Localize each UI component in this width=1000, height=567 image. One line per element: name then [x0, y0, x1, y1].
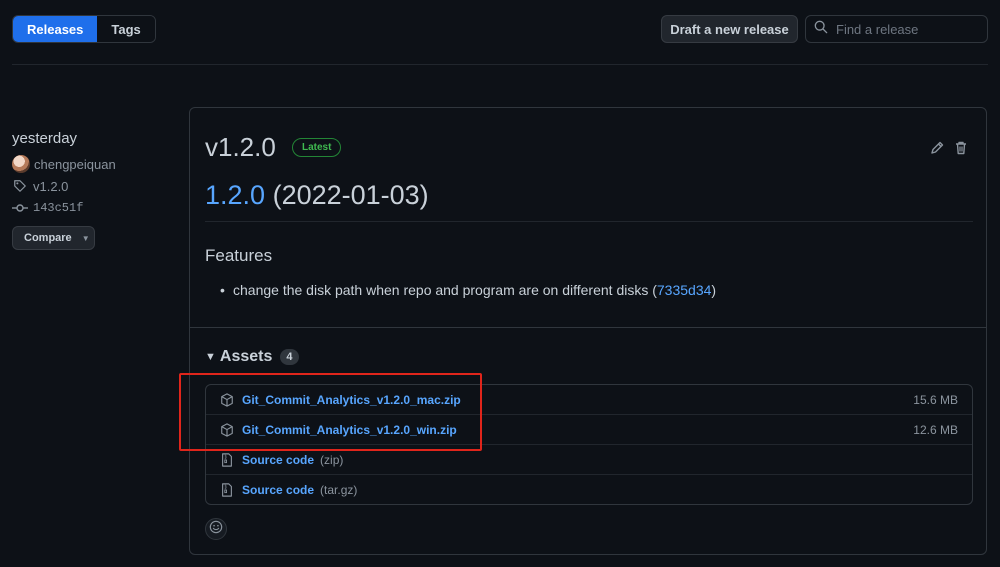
asset-size: 15.6 MB: [913, 392, 958, 407]
search-icon: [814, 20, 828, 39]
asset-ext: (tar.gz): [320, 483, 358, 497]
features-heading: Features: [205, 246, 273, 265]
package-icon: [220, 422, 236, 438]
smiley-icon: [209, 520, 223, 539]
file-zip-icon: [220, 482, 236, 498]
avatar: [12, 155, 30, 173]
commit-sha[interactable]: 143c51f: [33, 201, 83, 215]
package-icon: [220, 392, 236, 408]
bullet: •: [220, 282, 225, 298]
asset-row-mac[interactable]: Git_Commit_Analytics_v1.2.0_mac.zip 15.6…: [206, 385, 972, 415]
commit-row[interactable]: 143c51f: [12, 200, 172, 216]
assets-heading: Assets: [219, 348, 273, 365]
draft-release-button[interactable]: Draft a new release: [661, 15, 798, 43]
asset-ext: (zip): [320, 452, 344, 467]
caret-down-icon: ▼: [81, 233, 90, 243]
assets-list: Git_Commit_Analytics_v1.2.0_mac.zip 15.6…: [205, 384, 973, 505]
asset-link[interactable]: Git_Commit_Analytics_v1.2.0_mac.zip: [242, 393, 461, 407]
release-meta: yesterday chengpeiquan v1.2.0 143c51f Co…: [12, 130, 172, 250]
pencil-icon[interactable]: [929, 140, 945, 156]
release-card: v1.2.0 Latest 1.2.0 (2022-01-03) Feature…: [189, 107, 987, 555]
heading-divider: [205, 221, 973, 222]
header-divider: [12, 64, 988, 65]
tab-tags[interactable]: Tags: [97, 16, 155, 42]
author-link[interactable]: chengpeiquan: [34, 157, 116, 172]
version-heading: 1.2.0 (2022-01-03): [205, 180, 429, 211]
tag-icon: [12, 178, 28, 194]
search-input[interactable]: [836, 21, 976, 37]
asset-row-source-zip[interactable]: Source code (zip): [206, 445, 972, 475]
author-row[interactable]: chengpeiquan: [12, 155, 172, 173]
release-tag-switcher: Releases Tags: [12, 15, 156, 43]
tab-releases[interactable]: Releases: [13, 16, 98, 42]
asset-row-win[interactable]: Git_Commit_Analytics_v1.2.0_win.zip 12.6…: [206, 415, 972, 445]
section-divider: [190, 327, 986, 328]
file-zip-icon: [220, 452, 236, 468]
list-item: • change the disk path when repo and prog…: [220, 282, 716, 298]
tag-row[interactable]: v1.2.0: [12, 178, 172, 194]
top-bar: Releases Tags Draft a new release: [12, 15, 988, 43]
asset-size: 12.6 MB: [913, 422, 958, 437]
latest-badge: Latest: [292, 138, 342, 157]
triangle-down-icon: ▼: [205, 351, 216, 363]
trash-icon[interactable]: [953, 140, 969, 156]
feature-suffix: ): [711, 282, 717, 298]
assets-count: 4: [280, 349, 299, 365]
version-link[interactable]: 1.2.0: [205, 180, 265, 210]
compare-button[interactable]: Compare ▼: [12, 226, 95, 250]
commit-link[interactable]: 7335d34: [657, 282, 712, 298]
feature-text: change the disk path when repo and progr…: [233, 282, 657, 298]
reaction-button[interactable]: [205, 518, 227, 540]
asset-link[interactable]: Source code: [242, 483, 314, 497]
compare-label: Compare: [24, 232, 72, 244]
asset-link[interactable]: Git_Commit_Analytics_v1.2.0_win.zip: [242, 423, 457, 437]
commit-icon: [12, 200, 28, 216]
asset-link[interactable]: Source code: [242, 453, 314, 467]
release-time: yesterday: [12, 130, 78, 147]
version-date: (2022-01-03): [272, 180, 429, 210]
search-box[interactable]: [805, 15, 988, 43]
features-list: • change the disk path when repo and prog…: [220, 282, 716, 298]
tag-label[interactable]: v1.2.0: [33, 179, 68, 194]
release-title[interactable]: v1.2.0: [205, 132, 276, 163]
assets-toggle[interactable]: ▼ Assets 4: [205, 348, 299, 366]
asset-row-source-targz[interactable]: Source code (tar.gz): [206, 475, 972, 505]
